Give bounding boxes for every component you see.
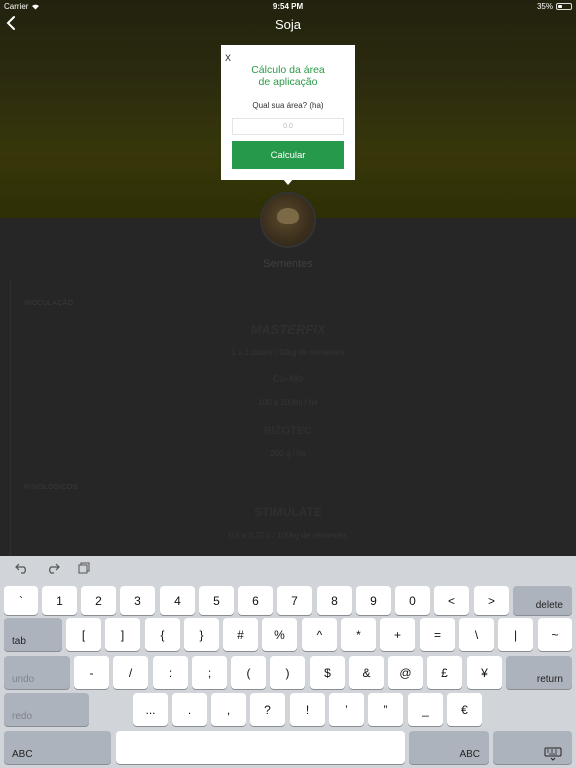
key[interactable]: \: [459, 618, 494, 651]
dose-como: 100 a 200ml / ha: [258, 398, 318, 407]
space-key[interactable]: [116, 731, 405, 764]
dose-masterfix: 1 x 1 doses / 50kg de sementes: [231, 348, 345, 357]
key[interactable]: ¥: [467, 656, 502, 689]
keyboard-hide-icon: [544, 747, 561, 761]
key[interactable]: .: [172, 693, 207, 726]
key[interactable]: =: [420, 618, 455, 651]
nav-title: Soja: [274, 17, 302, 32]
undo-key[interactable]: undo: [4, 656, 70, 689]
battery-icon: [556, 3, 572, 10]
seed-icon: [277, 208, 299, 224]
tab-key[interactable]: tab: [4, 618, 62, 651]
abc-key-right[interactable]: ABC: [409, 731, 489, 764]
status-time: 9:54 PM: [272, 2, 304, 11]
key[interactable]: 4: [160, 586, 195, 615]
key[interactable]: ?: [250, 693, 285, 726]
key[interactable]: 7: [277, 586, 312, 615]
key[interactable]: £: [427, 656, 462, 689]
key[interactable]: 6: [238, 586, 273, 615]
key[interactable]: $: [310, 656, 345, 689]
hide-keyboard-key[interactable]: [493, 731, 572, 764]
close-button[interactable]: X: [225, 53, 233, 63]
key[interactable]: }: [184, 618, 219, 651]
redo-key[interactable]: redo: [4, 693, 89, 726]
delete-key[interactable]: delete: [513, 586, 572, 615]
section-heading-fisiologicos: FISIOLÓGICOS: [24, 484, 78, 491]
keyboard-shortcut-bar: [0, 556, 576, 584]
area-input[interactable]: [232, 118, 344, 135]
key[interactable]: @: [388, 656, 423, 689]
key[interactable]: %: [262, 618, 297, 651]
clipboard-icon[interactable]: [76, 562, 92, 578]
key[interactable]: ~: [538, 618, 572, 651]
key[interactable]: >: [474, 586, 509, 615]
popover-title-line2: de aplicação: [258, 76, 318, 88]
key[interactable]: 2: [81, 586, 116, 615]
key[interactable]: {: [145, 618, 180, 651]
key[interactable]: 1: [42, 586, 77, 615]
key[interactable]: /: [113, 656, 148, 689]
keyboard: ` 1 2 3 4 5 6 7 8 9 0 < > delete tab [ ]…: [0, 556, 576, 768]
key[interactable]: :: [153, 656, 188, 689]
brand-como[interactable]: Co-Mo: [0, 374, 576, 385]
key[interactable]: _: [408, 693, 443, 726]
dose-rizotec: 200 g / ha: [270, 449, 306, 458]
key[interactable]: -: [74, 656, 109, 689]
key[interactable]: `: [4, 586, 38, 615]
key[interactable]: |: [498, 618, 533, 651]
key[interactable]: !: [290, 693, 325, 726]
popover-title-line1: Cálculo da área: [251, 64, 325, 76]
key[interactable]: ...: [133, 693, 168, 726]
key[interactable]: ’: [329, 693, 364, 726]
key[interactable]: 3: [120, 586, 155, 615]
key[interactable]: <: [434, 586, 469, 615]
category-label: Sementes: [263, 258, 313, 270]
dose-stimulate: 0,5 a 0,75 L / 100kg de sementes: [228, 531, 348, 540]
key[interactable]: (: [231, 656, 266, 689]
battery-percent: 35%: [536, 2, 553, 11]
key[interactable]: *: [341, 618, 376, 651]
key[interactable]: &: [349, 656, 384, 689]
key[interactable]: [: [66, 618, 101, 651]
calculate-button[interactable]: Calcular: [232, 141, 344, 169]
abc-key-left[interactable]: ABC: [4, 731, 111, 764]
popover-title: Cálculo da área de aplicação: [221, 64, 355, 88]
section-heading-inoculacao: INOCULAÇÃO: [24, 300, 74, 307]
key[interactable]: 0: [395, 586, 430, 615]
key[interactable]: +: [380, 618, 415, 651]
key[interactable]: ,: [211, 693, 246, 726]
key[interactable]: 8: [317, 586, 352, 615]
popover-arrow: [282, 178, 294, 185]
return-key[interactable]: return: [506, 656, 572, 689]
brand-rizotec[interactable]: RIZOTEC: [0, 425, 576, 437]
key[interactable]: ;: [192, 656, 227, 689]
key[interactable]: ”: [368, 693, 403, 726]
brand-masterfix[interactable]: MASTERFIX: [0, 322, 576, 337]
status-bar: Carrier 9:54 PM 35%: [0, 0, 576, 12]
key[interactable]: 5: [199, 586, 234, 615]
battery-fill: [558, 5, 562, 8]
key[interactable]: 9: [356, 586, 391, 615]
key[interactable]: #: [223, 618, 258, 651]
key[interactable]: ]: [105, 618, 140, 651]
key[interactable]: €: [447, 693, 482, 726]
area-calculation-popover: X Cálculo da área de aplicação Qual sua …: [221, 45, 355, 180]
undo-arrow-icon[interactable]: [14, 562, 30, 578]
key[interactable]: ): [270, 656, 305, 689]
area-label: Qual sua área? (ha): [252, 101, 324, 110]
status-right: 35%: [537, 2, 572, 11]
seeds-category-icon: [260, 192, 316, 248]
key[interactable]: ^: [302, 618, 337, 651]
redo-arrow-icon[interactable]: [45, 562, 61, 578]
brand-stimulate[interactable]: STIMULATE: [0, 505, 576, 519]
